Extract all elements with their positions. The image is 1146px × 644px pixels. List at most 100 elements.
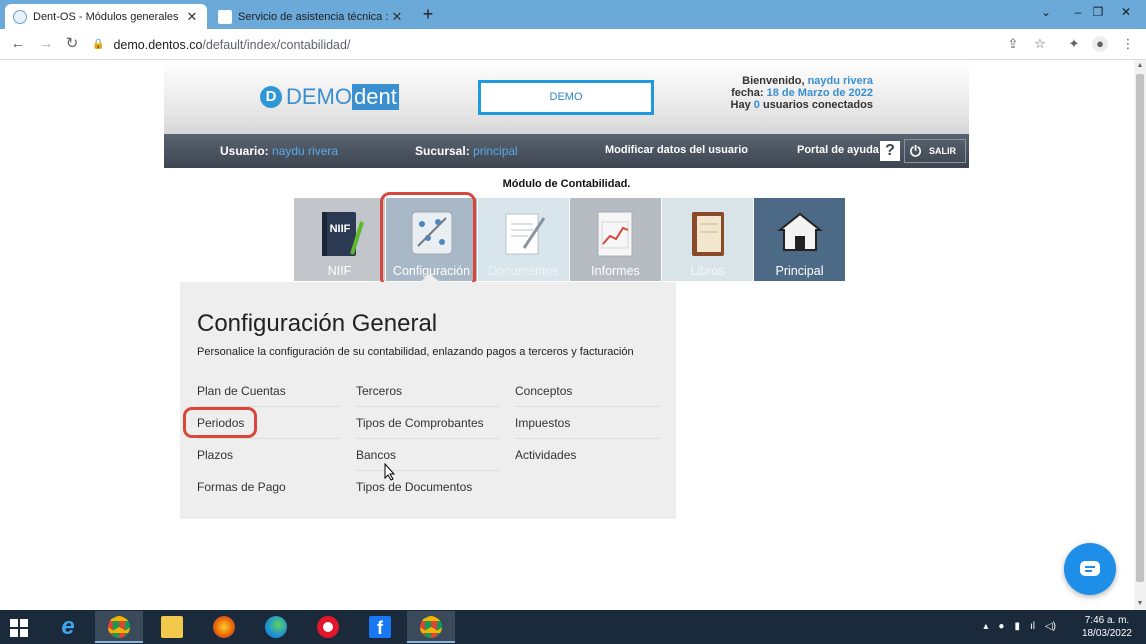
module-label: Informes [591,264,640,278]
demo-badge: DEMO [478,80,654,115]
sucursal-value: principal [473,144,518,158]
welcome-user: naydu rivera [807,75,873,87]
taskbar-internet-explorer[interactable]: e [44,611,92,643]
help-question-icon[interactable]: ? [880,141,900,161]
windows-logo-icon [10,619,28,637]
taskbar-facebook[interactable]: f [356,611,404,643]
taskbar-chrome[interactable] [95,611,143,643]
browser-toolbar: ← → ↻ 🔒 demo.dentos.co /default/index/co… [0,29,1146,60]
taskbar-firefox[interactable] [200,611,248,643]
scrollbar-thumb[interactable] [1136,74,1144,582]
user-bar: Usuario: naydu rivera Sucursal: principa… [164,134,969,168]
documents-icon [505,213,546,255]
module-title: Módulo de Contabilidad. [502,178,631,190]
taskbar-file-explorer[interactable] [148,611,196,643]
volume-icon[interactable]: ◁) [1045,621,1056,632]
extensions-icon[interactable]: ✦ [1066,36,1082,52]
separator [515,406,660,407]
tab-title: Servicio de asistencia técnica : Sy [238,10,390,23]
module-tile-principal[interactable]: Principal [754,198,845,281]
module-tile-documentos[interactable]: Documentos [478,198,569,281]
chrome-icon [420,616,442,638]
usuario-label: Usuario: [220,144,269,158]
module-label: Libros [690,264,725,278]
taskbar-clock[interactable]: 7:46 a. m. 18/03/2022 [1082,614,1132,640]
portal-ayuda-link[interactable]: Portal de ayuda [797,144,879,156]
niif-book-icon: NIIF [322,212,364,256]
chat-widget-button[interactable] [1064,543,1116,595]
tab-support[interactable]: Servicio de asistencia técnica : Sy ✕ [210,4,412,29]
close-window-button[interactable]: ✕ [1116,2,1136,22]
module-tile-libros[interactable]: Libros [662,198,753,281]
minimize-button[interactable]: – [1068,2,1088,22]
profile-avatar-icon[interactable]: ● [1092,36,1108,52]
firefox-icon [213,616,235,638]
module-label: NIIF [327,264,352,278]
clock-time: 7:46 a. m. [1084,615,1130,626]
tray-overflow-icon[interactable]: ▴ [983,621,988,632]
link-terceros[interactable]: Terceros [356,380,402,402]
separator [197,438,340,439]
module-tile-informes[interactable]: Informes [570,198,661,281]
new-tab-button[interactable]: + [418,4,438,24]
link-plazos[interactable]: Plazos [197,444,233,466]
link-tipos-de-documentos[interactable]: Tipos de Documentos [356,476,472,498]
back-icon[interactable]: ← [9,35,27,53]
taskbar-edge[interactable] [252,611,300,643]
salir-button[interactable]: ⏻ SALIR [904,139,966,163]
page-viewport: D DEMO dent DEMO Bienvenido, naydu river… [0,60,1134,610]
lock-icon: 🔒 [92,39,105,50]
clock-date: 18/03/2022 [1081,628,1132,639]
restore-button[interactable]: ❐ [1088,2,1108,22]
browser-tab-strip: Dent-OS - Módulos generales ✕ Servicio d… [0,0,1146,29]
site-header: D DEMO dent DEMO Bienvenido, naydu river… [164,60,969,134]
module-tile-niif[interactable]: NIIF NIIF [294,198,385,281]
sucursal-info: Sucursal: principal [415,144,518,158]
modificar-datos-link[interactable]: Modificar datos del usuario [605,144,748,156]
close-tab-icon[interactable]: ✕ [390,9,404,25]
highlight-ring-periodos [183,407,257,438]
tab-dentos[interactable]: Dent-OS - Módulos generales ✕ [5,4,207,29]
salir-label: SALIR [929,146,956,156]
config-description: Personalice la configuración de su conta… [197,346,634,358]
facebook-icon: f [369,616,391,638]
link-tipos-de-comprobantes[interactable]: Tipos de Comprobantes [356,412,484,434]
sucursal-label: Sucursal: [415,144,470,158]
start-button[interactable] [0,611,40,643]
usuario-info: Usuario: naydu rivera [220,144,338,158]
share-icon[interactable]: ⇪ [1005,36,1021,52]
bookmark-star-icon[interactable]: ☆ [1032,36,1048,52]
page-scrollbar[interactable]: ▲ ▼ [1134,60,1146,610]
folder-icon [161,616,183,638]
link-conceptos[interactable]: Conceptos [515,380,572,402]
scroll-up-icon[interactable]: ▲ [1134,60,1146,72]
dentos-favicon-icon [13,9,27,24]
address-bar[interactable]: 🔒 demo.dentos.co /default/index/contabil… [92,33,1062,56]
chat-bubble-icon [1080,561,1100,576]
wifi-icon[interactable]: ıl [1030,621,1035,632]
internet-explorer-icon: e [61,613,75,640]
battery-icon[interactable]: ▮ [1014,621,1020,632]
scroll-down-icon[interactable]: ▼ [1134,598,1146,610]
tray-status-icon[interactable]: ● [998,621,1004,632]
tab-search-icon[interactable]: ⌄ [1036,2,1056,22]
taskbar-opera[interactable] [304,611,352,643]
mouse-cursor-icon [384,463,396,481]
online-suffix: usuarios conectados [762,99,873,111]
menu-kebab-icon[interactable]: ⋮ [1120,36,1136,52]
link-actividades[interactable]: Actividades [515,444,576,466]
reports-icon [597,211,633,257]
demodent-logo[interactable]: D DEMO dent [260,84,399,110]
link-plan-de-cuentas[interactable]: Plan de Cuentas [197,380,286,402]
taskbar-chrome-2[interactable] [407,611,455,643]
close-tab-icon[interactable]: ✕ [185,9,199,25]
logo-demo-text: DEMO [286,84,352,109]
link-formas-de-pago[interactable]: Formas de Pago [197,476,286,498]
welcome-prefix: Bienvenido, [742,75,805,87]
url-host: demo.dentos.co [113,37,203,52]
forward-icon[interactable]: → [37,35,55,53]
link-impuestos[interactable]: Impuestos [515,412,570,434]
reload-icon[interactable]: ↻ [63,35,81,53]
separator [356,470,499,471]
chrome-icon [108,616,130,638]
